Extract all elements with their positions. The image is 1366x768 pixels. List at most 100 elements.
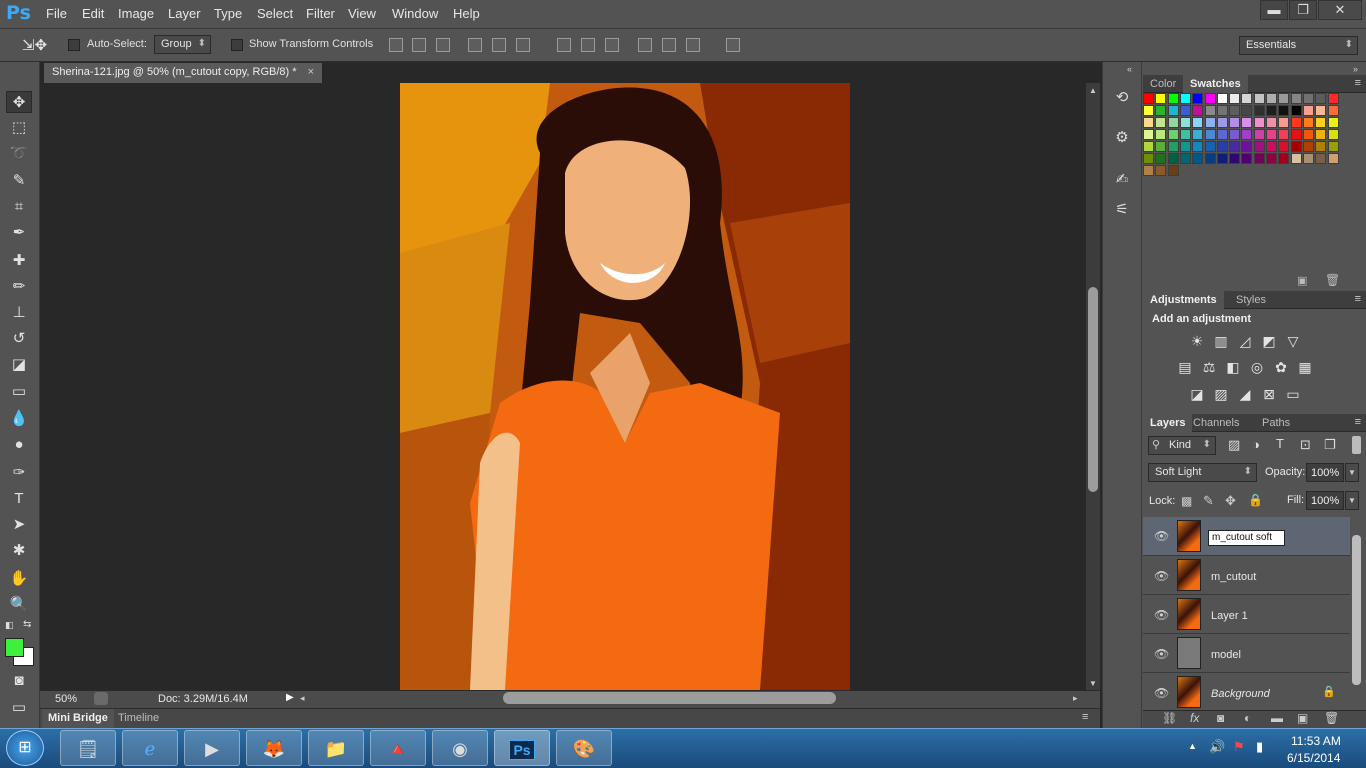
visibility-eye-icon[interactable]: 👁 (1154, 647, 1169, 661)
hue-saturation-icon[interactable]: ▤ (1176, 358, 1194, 376)
horizontal-scroll-thumb[interactable] (503, 692, 836, 704)
color-swatch[interactable] (1192, 153, 1204, 164)
panel-menu-icon[interactable]: ≡ (1355, 77, 1361, 89)
taskbar-explorer-icon[interactable]: 📁 (308, 730, 364, 766)
new-swatch-icon[interactable]: ▣ (1297, 274, 1307, 287)
color-swatch[interactable] (1315, 105, 1327, 116)
color-swatch[interactable] (1290, 93, 1302, 104)
collapse-strip-icon[interactable]: « (1127, 64, 1132, 74)
move-tool-icon[interactable]: ✥ (6, 91, 32, 113)
clock-date[interactable]: 6/15/2014 (1287, 751, 1340, 765)
filter-adjustment-icon[interactable]: ◑ (1252, 437, 1260, 452)
layer-style-fx-icon[interactable]: fx (1190, 711, 1199, 725)
color-swatch[interactable] (1302, 141, 1314, 152)
eyedropper-tool-icon[interactable]: ✒ (6, 222, 32, 244)
marquee-tool-icon[interactable]: ⬚ (6, 117, 32, 139)
brightness-contrast-icon[interactable]: ☀ (1188, 332, 1206, 350)
workspace-dropdown[interactable]: Essentials (1239, 36, 1358, 55)
color-swatch[interactable] (1143, 165, 1154, 176)
color-swatch[interactable] (1229, 117, 1241, 128)
distribute-left-icon[interactable] (638, 38, 652, 52)
color-swatch[interactable] (1302, 129, 1314, 140)
distribute-vcenter-icon[interactable] (581, 38, 595, 52)
brush-tool-icon[interactable]: ✏ (6, 276, 32, 298)
color-swatch[interactable] (1290, 153, 1302, 164)
layer-name[interactable]: Background (1211, 688, 1270, 700)
color-swatch[interactable] (1143, 105, 1154, 116)
visibility-eye-icon[interactable]: 👁 (1154, 569, 1169, 583)
color-swatch[interactable] (1216, 129, 1228, 140)
color-swatch[interactable] (1229, 153, 1241, 164)
color-swatch[interactable] (1278, 117, 1290, 128)
color-swatch[interactable] (1266, 117, 1277, 128)
start-button[interactable]: ⊞ (6, 730, 44, 766)
color-swatch[interactable] (1167, 105, 1179, 116)
color-swatch[interactable] (1278, 141, 1290, 152)
menu-window[interactable]: Window (392, 6, 438, 21)
tab-timeline[interactable]: Timeline (112, 709, 165, 728)
invert-icon[interactable]: ◪ (1188, 385, 1206, 403)
lasso-tool-icon[interactable]: ➰ (6, 143, 32, 165)
color-swatch[interactable] (1266, 129, 1277, 140)
vertical-scroll-thumb[interactable] (1088, 287, 1098, 492)
volume-icon[interactable]: 🔊 (1209, 739, 1225, 755)
lock-position-icon[interactable]: ✥ (1225, 493, 1236, 509)
history-brush-tool-icon[interactable]: ↺ (6, 328, 32, 350)
auto-select-dropdown[interactable]: Group (154, 35, 211, 54)
color-swatch[interactable] (1302, 117, 1314, 128)
color-swatch[interactable] (1327, 93, 1339, 104)
color-swatch[interactable] (1266, 141, 1277, 152)
layer-row[interactable] (1143, 634, 1350, 673)
color-swatch[interactable] (1216, 153, 1228, 164)
action-center-flag-icon[interactable]: ⚑ (1233, 739, 1245, 755)
threshold-icon[interactable]: ◢ (1236, 385, 1254, 403)
color-swatch[interactable] (1204, 105, 1216, 116)
color-swatch[interactable] (1179, 105, 1191, 116)
document-tab[interactable]: Sherina-121.jpg @ 50% (m_cutout copy, RG… (44, 63, 323, 83)
layer-thumbnail[interactable] (1177, 520, 1201, 552)
color-swatch[interactable] (1278, 129, 1290, 140)
color-swatch[interactable] (1241, 93, 1253, 104)
healing-brush-tool-icon[interactable]: ✚ (6, 250, 32, 272)
color-swatch[interactable] (1278, 93, 1290, 104)
color-swatch[interactable] (1253, 117, 1265, 128)
color-swatch[interactable] (1315, 117, 1327, 128)
lock-pixels-icon[interactable]: ✎ (1203, 493, 1214, 509)
fill-dropdown-icon[interactable]: ▼ (1345, 491, 1359, 510)
crop-tool-icon[interactable]: ⌗ (6, 196, 32, 218)
color-swatch[interactable] (1302, 105, 1314, 116)
color-swatch[interactable] (1179, 141, 1191, 152)
minimize-button[interactable]: ▬ (1260, 0, 1288, 20)
align-right-icon[interactable] (516, 38, 530, 52)
layer-name[interactable]: m_cutout (1211, 571, 1256, 583)
color-swatch[interactable] (1179, 93, 1191, 104)
color-swatch[interactable] (1167, 93, 1179, 104)
filter-shape-icon[interactable]: ⊡ (1300, 437, 1311, 453)
visibility-eye-icon[interactable]: 👁 (1154, 529, 1169, 543)
color-swatch[interactable] (1266, 105, 1277, 116)
color-swatch[interactable] (1143, 93, 1154, 104)
color-swatch[interactable] (1216, 93, 1228, 104)
show-transform-checkbox[interactable] (231, 39, 243, 51)
new-adjustment-layer-icon[interactable]: ◐ (1244, 711, 1251, 725)
path-select-tool-icon[interactable]: ➤ (6, 514, 32, 536)
zoom-level[interactable]: 50% (55, 693, 77, 705)
filter-toggle[interactable] (1352, 436, 1361, 454)
layer-thumbnail[interactable] (1177, 676, 1201, 708)
color-swatch[interactable] (1290, 129, 1302, 140)
color-swatch[interactable] (1167, 165, 1179, 176)
color-swatch[interactable] (1241, 117, 1253, 128)
color-swatch[interactable] (1315, 129, 1327, 140)
visibility-eye-icon[interactable]: 👁 (1154, 686, 1169, 700)
add-mask-icon[interactable]: ◙ (1217, 711, 1224, 725)
brush-panel-icon[interactable]: ✍ (1112, 170, 1132, 190)
color-swatch[interactable] (1167, 129, 1179, 140)
color-swatch[interactable] (1278, 153, 1290, 164)
color-swatch[interactable] (1327, 153, 1339, 164)
clone-stamp-tool-icon[interactable]: ⊥ (6, 302, 32, 324)
auto-align-icon[interactable] (726, 38, 740, 52)
posterize-icon[interactable]: ▨ (1212, 385, 1230, 403)
blur-tool-icon[interactable]: 💧 (6, 408, 32, 430)
color-swatch[interactable] (1327, 117, 1339, 128)
menu-filter[interactable]: Filter (306, 6, 335, 21)
